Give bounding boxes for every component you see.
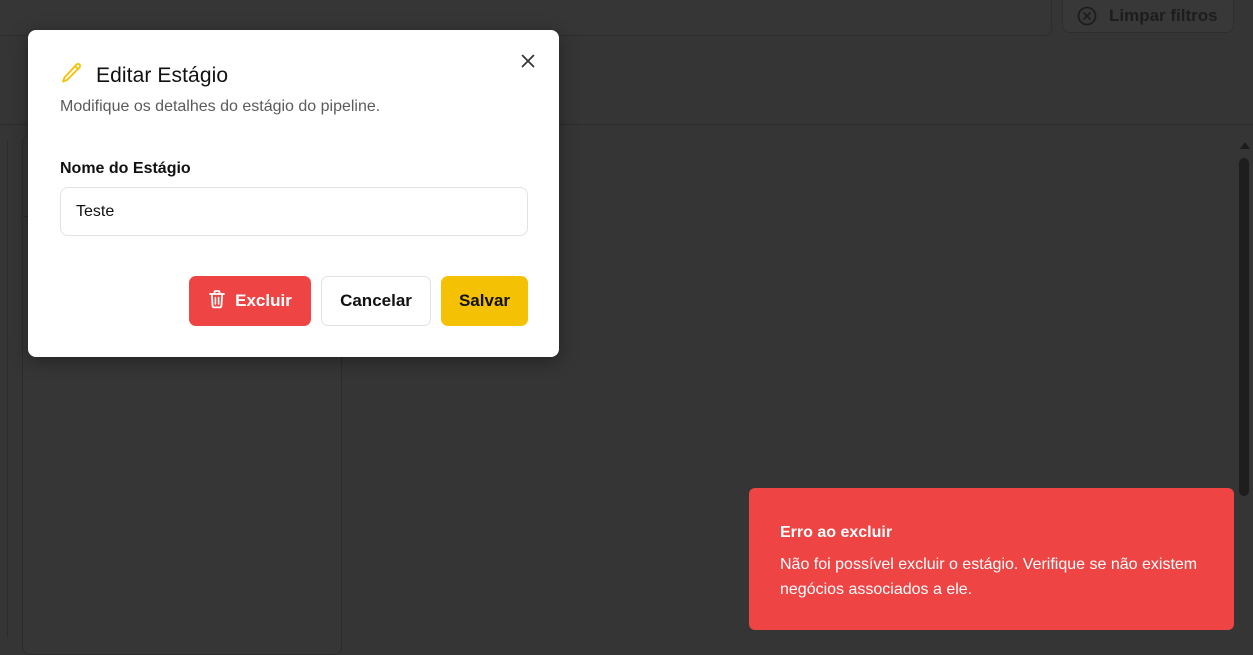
dialog-description: Modifique os detalhes do estágio do pipe… bbox=[60, 98, 381, 115]
pencil-icon bbox=[60, 61, 84, 90]
dialog-title: Editar Estágio bbox=[96, 63, 229, 87]
error-toast[interactable]: Erro ao excluir Não foi possível excluir… bbox=[749, 488, 1234, 630]
save-button[interactable]: Salvar bbox=[441, 276, 528, 326]
close-circle-icon bbox=[1077, 6, 1097, 26]
cancel-button[interactable]: Cancelar bbox=[321, 276, 431, 326]
divider bbox=[7, 140, 8, 638]
trash-icon bbox=[208, 289, 226, 314]
scroll-up-arrow-icon[interactable] bbox=[1240, 142, 1250, 149]
toast-title: Erro ao excluir bbox=[780, 524, 893, 541]
stage-name-label: Nome do Estágio bbox=[60, 160, 191, 177]
clear-filters-label: Limpar filtros bbox=[1109, 5, 1218, 25]
close-icon[interactable] bbox=[519, 52, 537, 70]
scrollbar-thumb[interactable] bbox=[1239, 158, 1249, 496]
toast-message: Não foi possível excluir o estágio. Veri… bbox=[780, 556, 1198, 598]
stage-name-input[interactable] bbox=[60, 187, 528, 236]
delete-button-label: Excluir bbox=[235, 291, 292, 310]
clear-filters-button: Limpar filtros bbox=[1062, 0, 1234, 33]
dialog-header: Editar Estágio bbox=[60, 61, 228, 90]
delete-button[interactable]: Excluir bbox=[189, 276, 311, 326]
